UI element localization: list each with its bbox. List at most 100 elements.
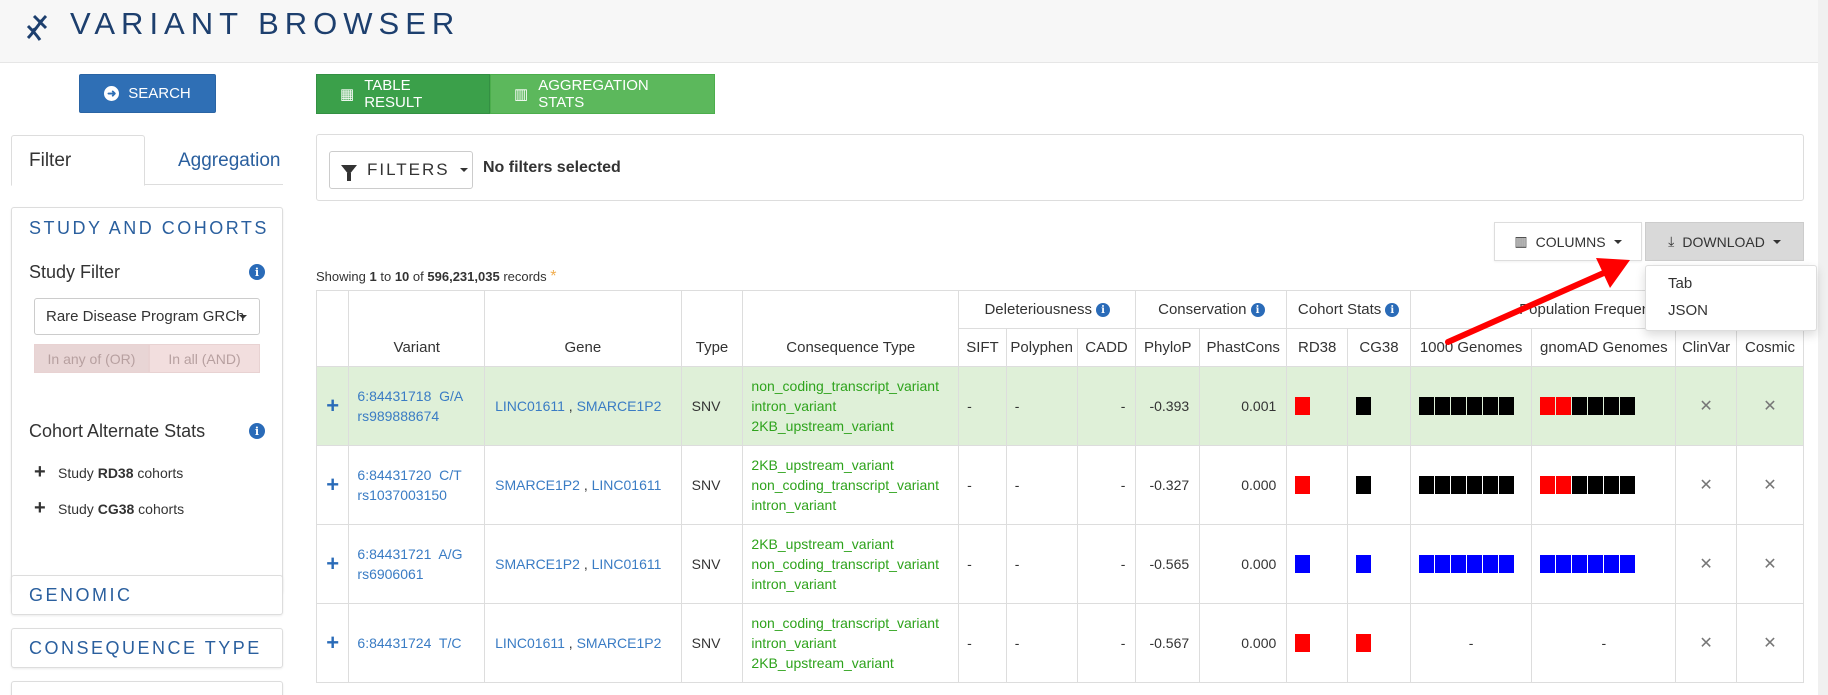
expand-row-button[interactable]: + bbox=[315, 524, 350, 604]
variant-link[interactable]: 6:84431721 A/G bbox=[357, 544, 484, 564]
expand-row-button[interactable]: + bbox=[315, 603, 350, 683]
cohort-freq-square bbox=[1356, 634, 1372, 653]
tab-aggregation[interactable]: Aggregation bbox=[161, 135, 281, 186]
col-header-polyphen[interactable]: Polyphen bbox=[1005, 328, 1078, 367]
sift-cell: - bbox=[958, 366, 1007, 446]
search-button[interactable]: ➜ SEARCH bbox=[79, 74, 216, 113]
cohort-item-cg38[interactable]: + Study CG38 cohorts bbox=[34, 497, 184, 520]
tab-filter[interactable]: Filter bbox=[11, 135, 145, 186]
clinvar-cell: ✕ bbox=[1675, 366, 1737, 446]
gnomad-cell bbox=[1531, 445, 1677, 525]
download-option-json[interactable]: JSON bbox=[1668, 302, 1708, 319]
col-header-phylop[interactable]: PhyloP bbox=[1135, 328, 1201, 367]
variant-link[interactable]: 6:84431720 C/T bbox=[357, 465, 484, 485]
gene-link[interactable]: LINC01611 bbox=[495, 635, 565, 651]
close-icon: ✕ bbox=[1763, 556, 1777, 573]
gene-link[interactable]: SMARCE1P2 bbox=[577, 398, 662, 414]
tab-aggregation-stats[interactable]: ▥ AGGREGATION STATS bbox=[490, 74, 715, 114]
close-icon: ✕ bbox=[1699, 477, 1713, 494]
gene-link[interactable]: LINC01611 bbox=[592, 556, 662, 572]
download-dropdown-menu: Tab JSON bbox=[1645, 265, 1817, 331]
table-row[interactable]: + 6:84431724 T/C LINC01611 , SMARCE1P2 SN… bbox=[315, 603, 1804, 683]
frequency-square bbox=[1434, 397, 1450, 416]
info-icon[interactable]: i bbox=[1250, 303, 1265, 318]
page-scrollbar[interactable] bbox=[1818, 0, 1828, 695]
info-icon[interactable]: i bbox=[249, 423, 265, 439]
genomic-title: GENOMIC bbox=[29, 585, 133, 605]
cadd-cell: - bbox=[1076, 366, 1137, 446]
table-row[interactable]: + 6:84431721 A/G rs6906061 SMARCE1P2 , L… bbox=[315, 524, 1804, 604]
col-header-cosmic[interactable]: Cosmic bbox=[1736, 328, 1804, 367]
study-cohorts-panel: STUDY AND COHORTS Study Filter i Rare Di… bbox=[11, 207, 283, 594]
toggle-and[interactable]: In all (AND) bbox=[149, 344, 260, 373]
col-header-variant[interactable]: Variant bbox=[348, 290, 486, 367]
col-header-cadd[interactable]: CADD bbox=[1076, 328, 1137, 367]
download-icon: ⤓ bbox=[1668, 233, 1675, 249]
col-header-1000-genomes[interactable]: 1000 Genomes bbox=[1409, 328, 1533, 367]
table-row[interactable]: + 6:84431718 G/A rs989888674 LINC01611 ,… bbox=[315, 366, 1804, 446]
variant-link[interactable]: 6:84431718 G/A bbox=[357, 386, 484, 406]
col-header-consequence-type[interactable]: Consequence Type bbox=[742, 290, 960, 367]
info-icon[interactable]: i bbox=[1385, 303, 1400, 318]
cosmic-cell: ✕ bbox=[1736, 445, 1804, 525]
next-panel[interactable] bbox=[11, 681, 283, 695]
download-button[interactable]: ⤓ DOWNLOAD bbox=[1645, 222, 1804, 261]
frequency-square bbox=[1498, 397, 1514, 416]
col-header-gnomad-genomes[interactable]: gnomAD Genomes bbox=[1531, 328, 1677, 367]
col-header-clinvar[interactable]: ClinVar bbox=[1675, 328, 1737, 367]
toggle-or[interactable]: In any of (OR) bbox=[34, 344, 149, 373]
frequency-square bbox=[1434, 555, 1450, 574]
filters-dropdown-button[interactable]: FILTERS bbox=[329, 151, 473, 189]
g1000-cell: - bbox=[1409, 603, 1533, 683]
consequence-item: non_coding_transcript_variant bbox=[751, 615, 939, 631]
gene-link[interactable]: SMARCE1P2 bbox=[495, 556, 580, 572]
columns-button[interactable]: ▥ COLUMNS bbox=[1494, 222, 1642, 261]
study-logic-toggle: In any of (OR) In all (AND) bbox=[34, 344, 260, 373]
frequency-square bbox=[1466, 397, 1482, 416]
tab-aggregation-stats-label: AGGREGATION STATS bbox=[538, 77, 649, 111]
cohort-item-rd38[interactable]: + Study RD38 cohorts bbox=[34, 461, 183, 484]
cohort-freq-square bbox=[1295, 397, 1311, 416]
frequency-square bbox=[1572, 397, 1588, 416]
cohort-alternate-stats-label: Cohort Alternate Stats bbox=[29, 421, 206, 441]
info-icon[interactable]: i bbox=[249, 264, 265, 280]
col-header-gene[interactable]: Gene bbox=[484, 290, 682, 367]
gene-link[interactable]: LINC01611 bbox=[592, 477, 662, 493]
genomic-panel[interactable]: GENOMIC bbox=[11, 575, 283, 615]
download-label: DOWNLOAD bbox=[1682, 233, 1765, 250]
frequency-square bbox=[1482, 397, 1498, 416]
filters-label: FILTERS bbox=[367, 160, 450, 179]
download-option-tab[interactable]: Tab bbox=[1668, 275, 1692, 292]
clinvar-cell: ✕ bbox=[1675, 445, 1737, 525]
consequence-type-panel[interactable]: CONSEQUENCE TYPE bbox=[11, 628, 283, 668]
gene-link[interactable]: SMARCE1P2 bbox=[577, 635, 662, 651]
caret-down-icon bbox=[239, 315, 247, 319]
cohort-freq-square bbox=[1356, 397, 1372, 416]
variant-id-link[interactable]: rs989888674 bbox=[357, 406, 484, 426]
frequency-square bbox=[1418, 397, 1434, 416]
variant-id-link[interactable]: rs6906061 bbox=[357, 564, 484, 584]
study-select[interactable]: Rare Disease Program GRCh bbox=[34, 298, 260, 335]
cosmic-cell: ✕ bbox=[1736, 603, 1804, 683]
tab-table-result[interactable]: ▦ TABLE RESULT bbox=[316, 74, 490, 114]
col-header-rd38[interactable]: RD38 bbox=[1286, 328, 1349, 367]
col-header-cg38[interactable]: CG38 bbox=[1347, 328, 1411, 367]
expand-row-button[interactable]: + bbox=[315, 366, 350, 446]
g1000-cell bbox=[1409, 366, 1533, 446]
col-header-phastcons[interactable]: PhastCons bbox=[1199, 328, 1288, 367]
variant-link[interactable]: 6:84431724 T/C bbox=[357, 633, 484, 653]
consequence-item: 2KB_upstream_variant bbox=[751, 457, 894, 473]
study-cohorts-title[interactable]: STUDY AND COHORTS bbox=[12, 218, 269, 239]
app-header: VARIANT BROWSER bbox=[0, 0, 1828, 63]
cohort-freq-square bbox=[1356, 555, 1372, 574]
gene-link[interactable]: SMARCE1P2 bbox=[495, 477, 580, 493]
table-row[interactable]: + 6:84431720 C/T rs1037003150 SMARCE1P2 … bbox=[315, 445, 1804, 525]
consequence-item: non_coding_transcript_variant bbox=[751, 556, 939, 572]
col-header-sift[interactable]: SIFT bbox=[958, 328, 1007, 367]
frequency-square bbox=[1466, 476, 1482, 495]
col-header-type[interactable]: Type bbox=[680, 290, 744, 367]
info-icon[interactable]: i bbox=[1096, 303, 1111, 318]
gene-link[interactable]: LINC01611 bbox=[495, 398, 565, 414]
variant-id-link[interactable]: rs1037003150 bbox=[357, 485, 484, 505]
expand-row-button[interactable]: + bbox=[315, 445, 350, 525]
